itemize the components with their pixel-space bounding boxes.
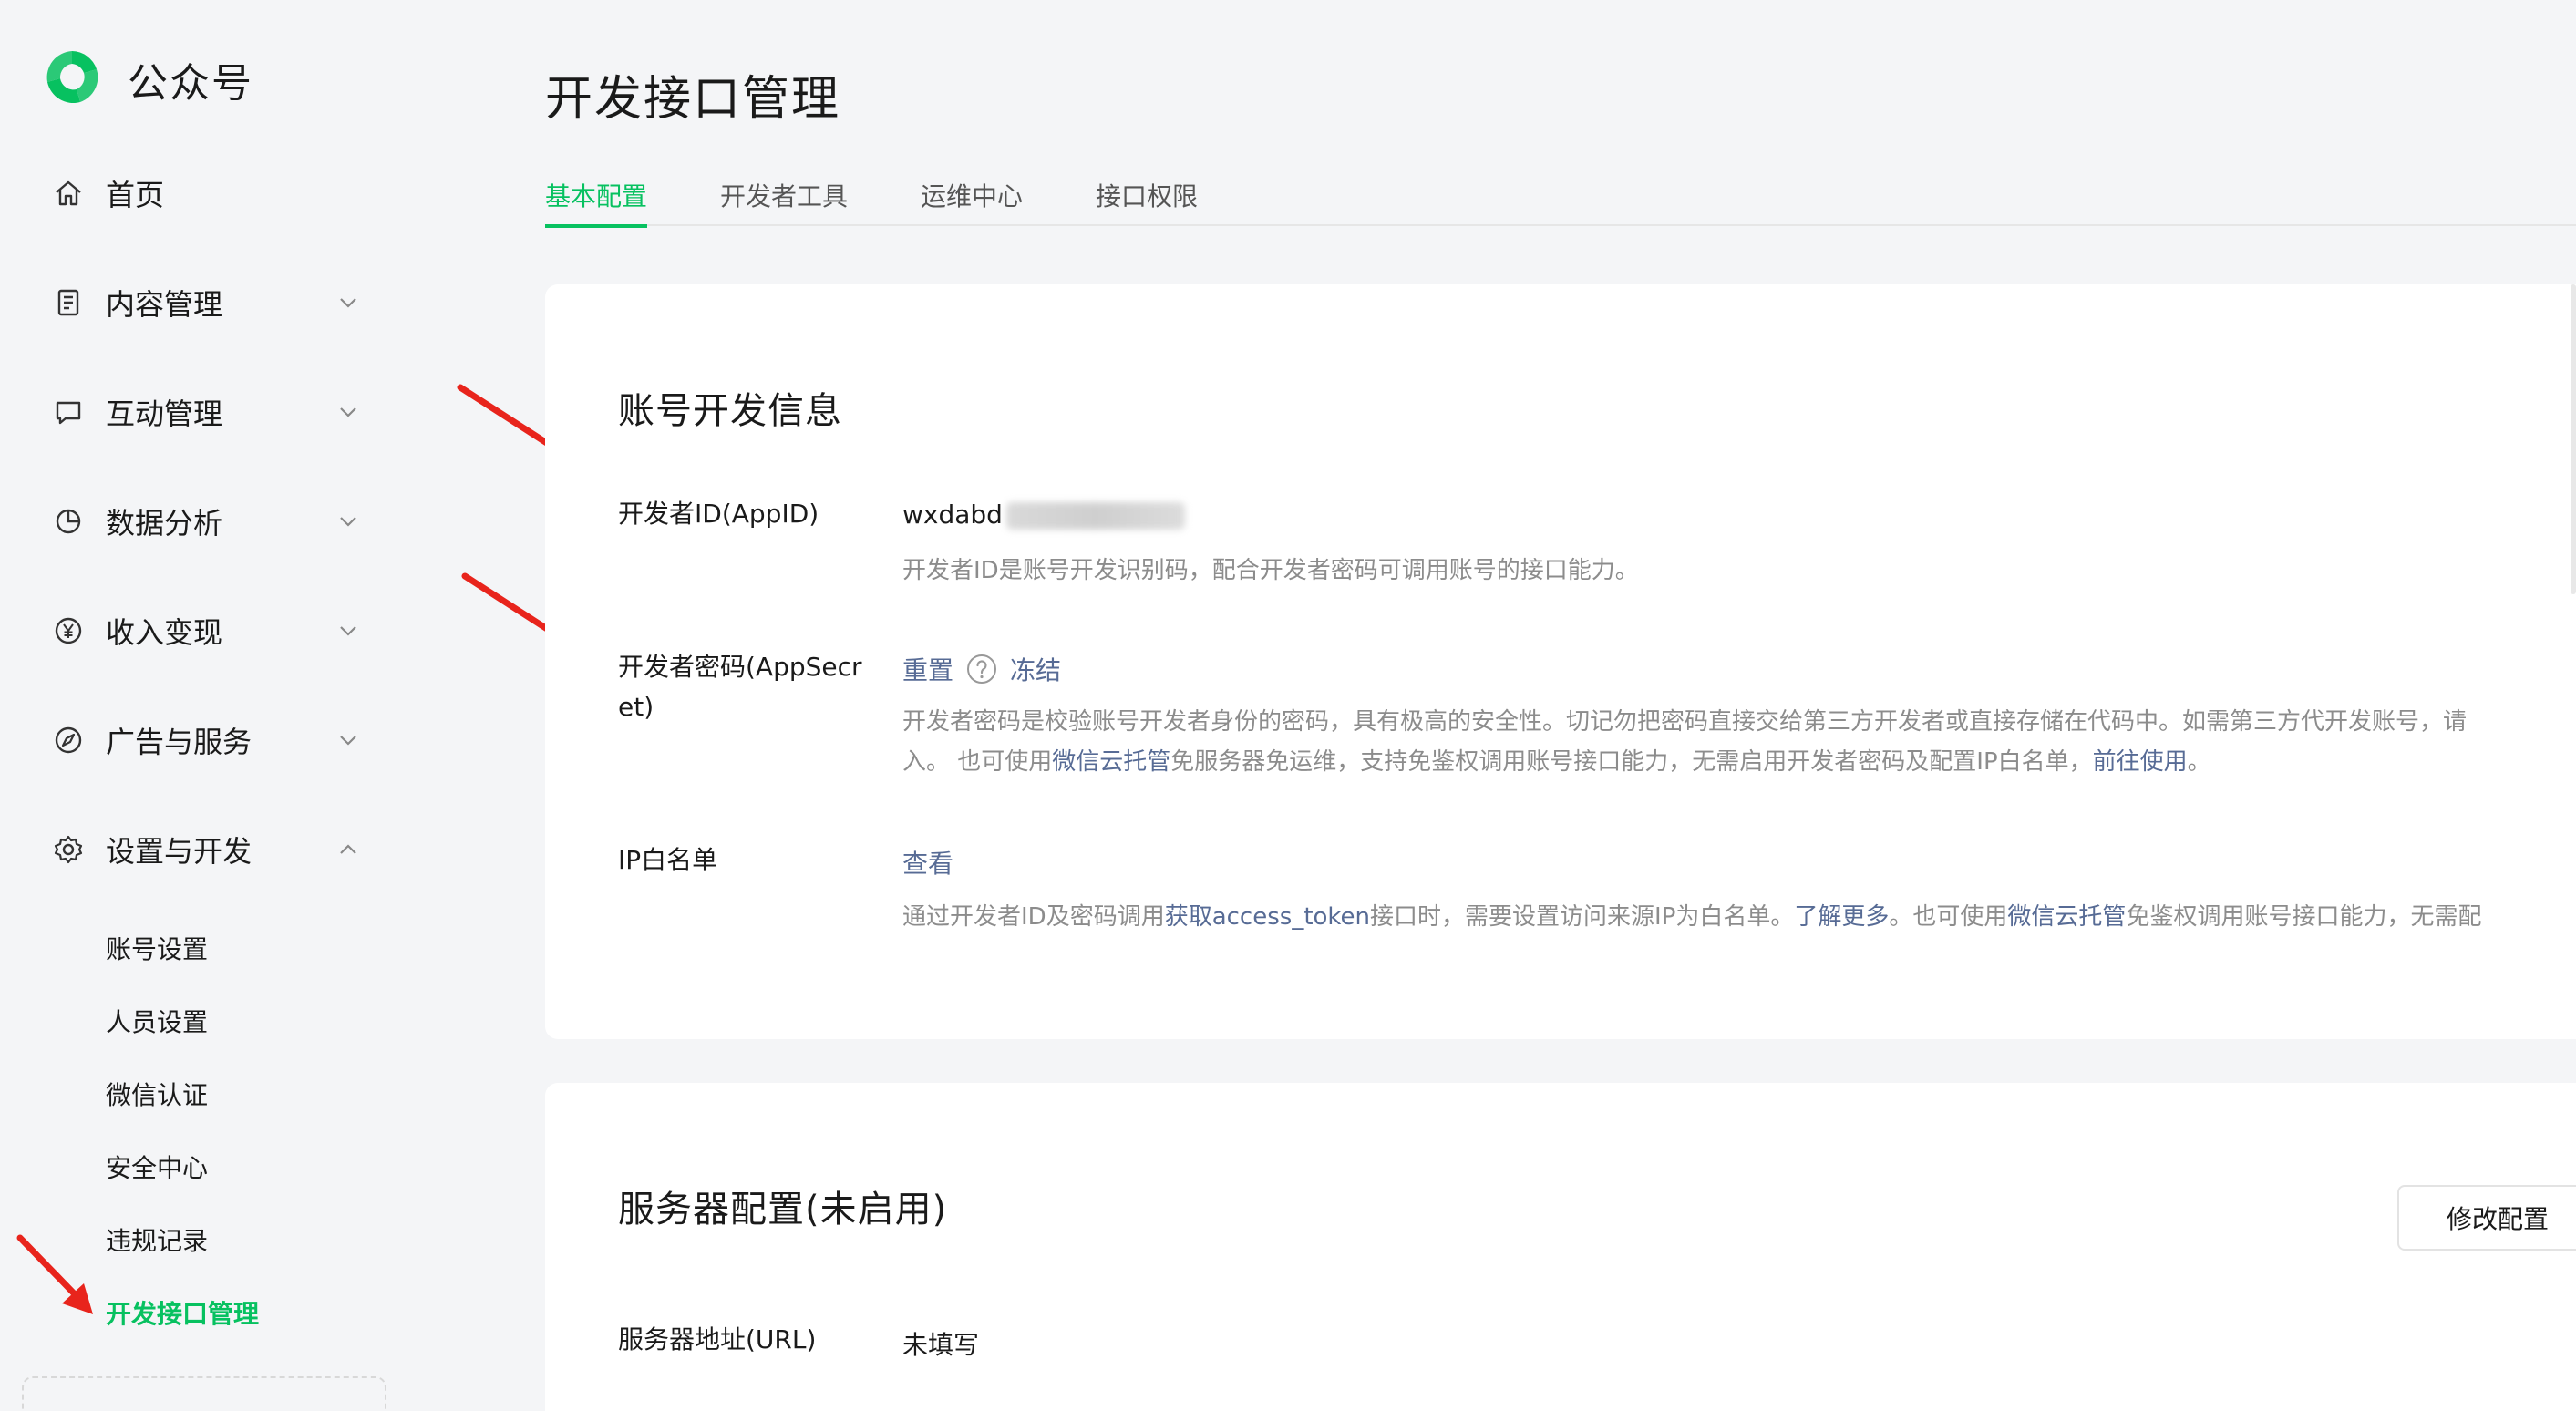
sidebar-item-label: 首页 <box>106 178 165 212</box>
appid-text: wxdabd <box>902 500 1003 530</box>
sidebar-item-label: 广告与服务 <box>106 725 252 759</box>
chevron-up-icon[interactable] <box>335 837 361 862</box>
sidebar-item-content[interactable]: 内容管理 <box>51 275 361 330</box>
sidebar-item-label: 收入变现 <box>106 615 223 650</box>
sidebar-item-home[interactable]: 首页 <box>51 166 361 221</box>
sidebar-item-ads-services[interactable]: 广告与服务 <box>51 713 361 767</box>
sidebar-item-label: 内容管理 <box>106 287 223 322</box>
appsecret-label: 开发者密码(AppSecret) <box>618 652 862 722</box>
sidebar-item-label: 设置与开发 <box>106 834 252 869</box>
sidebar: 公众号 首页 内容管理 互动管理 数据分析 收入变现 广告与服务 设置与开发 账… <box>0 0 438 1411</box>
tab-ops-center[interactable]: 运维中心 <box>921 177 1023 226</box>
desc-text: 。也可使用 <box>1889 903 2008 931</box>
chat-icon <box>51 395 86 429</box>
desc-text: 。 <box>2187 748 2211 776</box>
appid-description: 开发者ID是账号开发识别码，配合开发者密码可调用账号的接口能力。 <box>902 557 1639 584</box>
desc-text: 通过开发者ID及密码调用 <box>902 903 1165 931</box>
chevron-down-icon[interactable] <box>335 399 361 425</box>
page-title: 开发接口管理 <box>545 72 841 127</box>
section-title: 服务器配置(未启用) <box>618 1189 948 1231</box>
desc-text: 免鉴权调用账号接口能力，无需配 <box>2126 903 2482 931</box>
sidebar-subitem-staff-settings[interactable]: 人员设置 <box>106 1003 208 1039</box>
section-title: 账号开发信息 <box>618 390 842 432</box>
chevron-down-icon[interactable] <box>335 618 361 644</box>
appid-label: 开发者ID(AppID) <box>618 499 819 529</box>
freeze-secret-link[interactable]: 冻结 <box>1010 651 1061 687</box>
server-url-value: 未填写 <box>902 1330 980 1360</box>
sidebar-item-label: 互动管理 <box>106 397 223 431</box>
compass-icon <box>51 723 86 757</box>
tab-bar: 基本配置 开发者工具 运维中心 接口权限 <box>545 170 2576 228</box>
sidebar-bottom-panel <box>22 1376 386 1411</box>
desc-text: 免服务器免运维，支持免鉴权调用账号接口能力，无需启用开发者密码及配置IP白名单， <box>1170 748 2093 776</box>
home-icon <box>51 176 86 211</box>
ip-whitelist-description: 通过开发者ID及密码调用获取access_token接口时，需要设置访问来源IP… <box>902 897 2481 937</box>
sidebar-item-interaction[interactable]: 互动管理 <box>51 385 361 439</box>
modify-config-button[interactable]: 修改配置 <box>2397 1185 2576 1251</box>
appsecret-description-line2: 入。 也可使用微信云托管免服务器免运维，支持免鉴权调用账号接口能力，无需启用开发… <box>902 742 2211 782</box>
chevron-down-icon[interactable] <box>335 509 361 534</box>
logo-text: 公众号 <box>128 60 253 107</box>
chevron-down-icon[interactable] <box>335 290 361 315</box>
server-url-label: 服务器地址(URL) <box>618 1324 817 1354</box>
appsecret-actions: 重置 冻结 <box>902 651 1061 687</box>
sidebar-subitem-wechat-verification[interactable]: 微信认证 <box>106 1076 208 1112</box>
sidebar-item-settings-dev[interactable]: 设置与开发 <box>51 822 361 877</box>
sidebar-item-label: 数据分析 <box>106 506 223 541</box>
document-icon <box>51 285 86 320</box>
desc-text: 入。 也可使用 <box>902 748 1053 776</box>
wechat-mp-logo-icon <box>40 46 104 113</box>
sidebar-subitem-violation-records[interactable]: 违规记录 <box>106 1221 208 1258</box>
pie-chart-icon <box>51 504 86 539</box>
cloud-hosting-link[interactable]: 微信云托管 <box>2007 903 2126 931</box>
server-config-card <box>545 1083 2576 1411</box>
reset-secret-link[interactable]: 重置 <box>902 651 953 687</box>
chevron-down-icon[interactable] <box>335 727 361 753</box>
sidebar-item-analytics[interactable]: 数据分析 <box>51 494 361 549</box>
access-token-link[interactable]: 获取access_token <box>1165 903 1370 931</box>
cloud-hosting-link[interactable]: 微信云托管 <box>1052 748 1170 776</box>
appid-blurred-part <box>1005 502 1185 530</box>
ip-whitelist-label: IP白名单 <box>618 845 718 875</box>
appsecret-description-line1: 开发者密码是校验账号开发者身份的密码，具有极高的安全性。切记勿把密码直接交给第三… <box>902 708 2468 736</box>
sidebar-item-monetization[interactable]: 收入变现 <box>51 603 361 658</box>
tab-api-permissions[interactable]: 接口权限 <box>1096 177 1198 226</box>
sidebar-subitem-dev-api-management[interactable]: 开发接口管理 <box>106 1294 259 1331</box>
logo[interactable]: 公众号 <box>40 46 253 113</box>
tab-basic-config[interactable]: 基本配置 <box>545 177 648 228</box>
gear-icon <box>51 832 86 867</box>
learn-more-link[interactable]: 了解更多 <box>1794 903 1889 931</box>
go-use-link[interactable]: 前往使用 <box>2093 748 2188 776</box>
yen-icon <box>51 613 86 648</box>
desc-text: 接口时，需要设置访问来源IP为白名单。 <box>1370 903 1795 931</box>
scrollbar[interactable] <box>2571 284 2576 594</box>
sidebar-subitem-security-center[interactable]: 安全中心 <box>106 1148 208 1185</box>
tab-developer-tools[interactable]: 开发者工具 <box>720 177 848 226</box>
view-ip-whitelist-link[interactable]: 查看 <box>902 844 953 881</box>
help-icon[interactable] <box>966 654 997 685</box>
sidebar-subitem-account-settings[interactable]: 账号设置 <box>106 930 208 966</box>
appid-value: wxdabd <box>902 500 1185 530</box>
